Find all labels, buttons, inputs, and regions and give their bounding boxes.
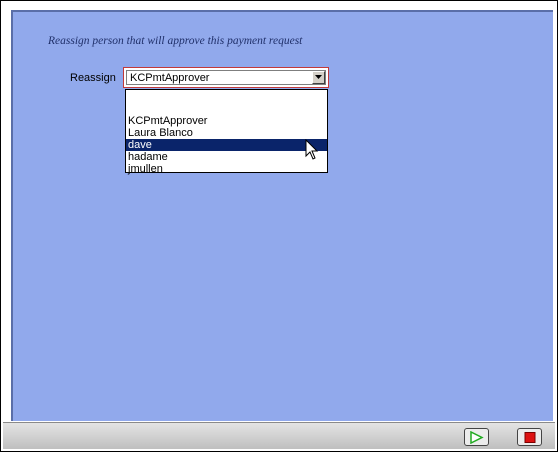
- list-item-dave[interactable]: dave: [126, 139, 327, 151]
- reassign-select-box[interactable]: KCPmtApprover: [126, 70, 326, 85]
- reassign-select-value: KCPmtApprover: [130, 72, 210, 84]
- app-window: Reassign person that will approve this p…: [0, 0, 558, 452]
- list-item-laura-blanco[interactable]: Laura Blanco: [126, 127, 327, 139]
- dropdown-list[interactable]: KCPmtApprover Laura Blanco dave hadame j…: [125, 89, 328, 175]
- play-icon: [470, 431, 484, 444]
- dropdown-button[interactable]: [312, 71, 325, 84]
- list-item-hadame[interactable]: hadame: [126, 151, 327, 163]
- mouse-pointer-icon: [305, 139, 319, 160]
- list-item-jmullen[interactable]: jmullen: [126, 163, 327, 175]
- play-button[interactable]: [464, 428, 489, 446]
- stop-icon: [524, 432, 536, 443]
- reassign-label: Reassign: [70, 72, 116, 84]
- stop-button[interactable]: [517, 428, 542, 446]
- list-item-empty[interactable]: [126, 91, 327, 103]
- chevron-down-icon: [315, 75, 322, 79]
- reassign-select[interactable]: KCPmtApprover: [123, 67, 329, 88]
- instruction-text: Reassign person that will approve this p…: [48, 35, 303, 47]
- control-bar: [3, 422, 555, 449]
- list-item-kcpmtapprover[interactable]: KCPmtApprover: [126, 115, 327, 127]
